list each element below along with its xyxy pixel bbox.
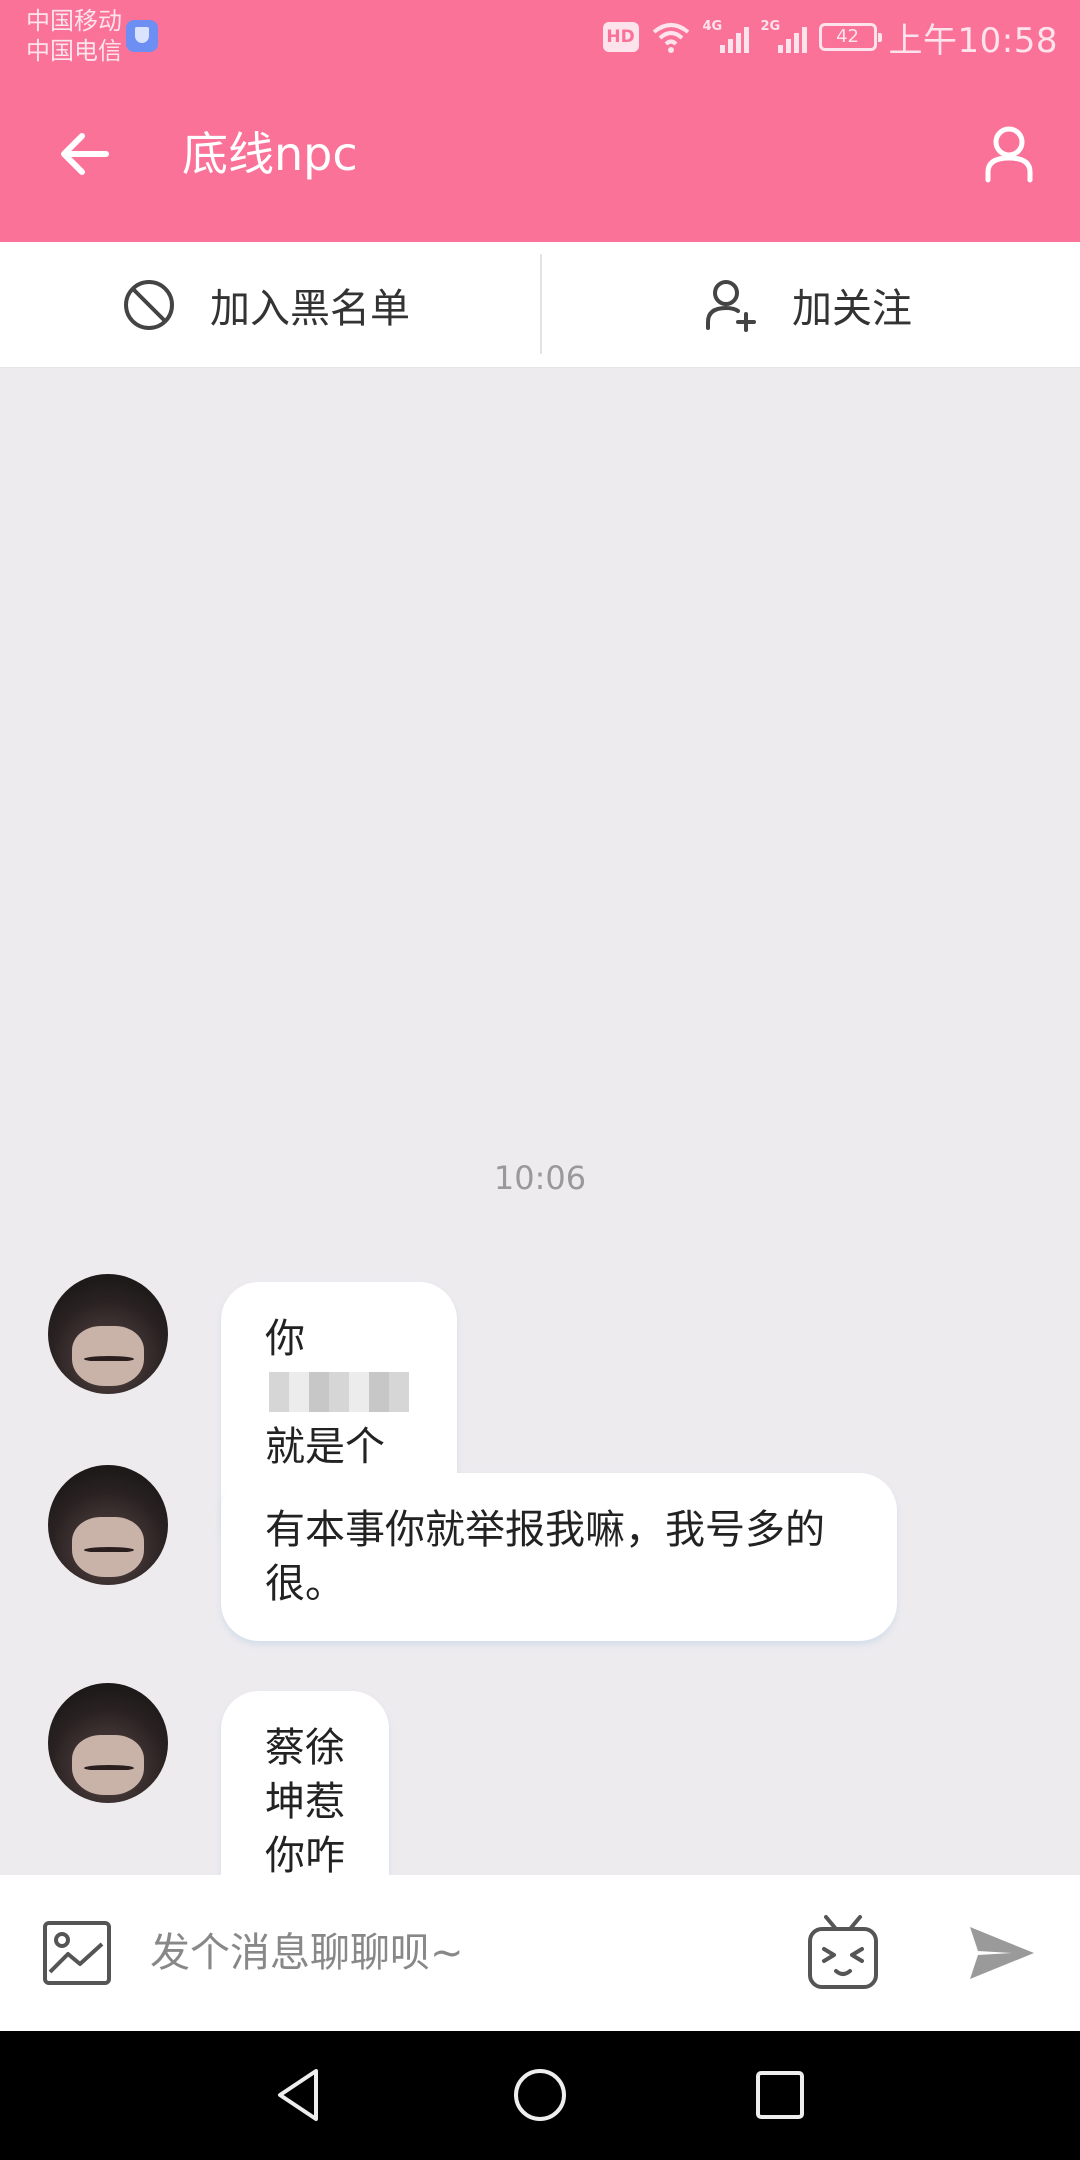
avatar[interactable] [48, 1465, 168, 1585]
page-title: 底线npc [182, 127, 358, 181]
circle-home-icon[interactable] [510, 2065, 570, 2125]
blacklist-button[interactable]: 加入黑名单 [122, 242, 410, 368]
message-text: 有本事你就举报我嘛，我号多的很。 [265, 1507, 825, 1607]
carrier-1: 中国移动 [26, 7, 122, 35]
user-plus-icon [706, 280, 756, 332]
security-shield-icon [126, 20, 158, 52]
message-bubble[interactable]: 有本事你就举报我嘛，我号多的很。 [221, 1473, 897, 1641]
message-text-mid: 就是个 [265, 1424, 385, 1470]
user-icon[interactable] [978, 122, 1040, 184]
wifi-icon [652, 23, 689, 53]
avatar[interactable] [48, 1274, 168, 1394]
hd-badge: HD [602, 22, 639, 52]
send-icon[interactable] [968, 1923, 1036, 1983]
avatar[interactable] [48, 1683, 168, 1803]
tv-emoji-icon[interactable] [806, 1913, 880, 1993]
battery-icon: 42 [818, 23, 882, 51]
message-input[interactable] [150, 1915, 770, 1991]
signal-4g-icon: 4G [703, 19, 749, 55]
chat-timestamp: 10:06 [493, 1159, 587, 1197]
message-text-start: 你 [265, 1316, 305, 1362]
action-row: 加入黑名单 加关注 [0, 242, 1080, 368]
follow-button[interactable]: 加关注 [704, 242, 912, 368]
app-bar: 底线npc [0, 74, 1080, 242]
status-icons: HD 4G 2G 42 上午10:58 [602, 14, 1058, 61]
square-recents-icon[interactable] [750, 2065, 810, 2125]
image-icon[interactable] [42, 1920, 112, 1986]
system-nav-bar [0, 2031, 1080, 2160]
blacklist-label: 加入黑名单 [210, 286, 410, 332]
status-bar: 中国移动 中国电信 HD 4G 2G 42 上午10:58 [0, 0, 1080, 74]
carrier-2: 中国电信 [26, 37, 122, 65]
arrow-left-icon[interactable] [54, 124, 114, 184]
carrier-info: 中国移动 中国电信 [26, 6, 122, 66]
prohibited-icon [124, 280, 174, 330]
status-time: 上午10:58 [888, 20, 1058, 61]
chat-area[interactable]: 10:06 你就是个 有本事你就举报我嘛，我号多的很。 蔡徐坤惹你咋滴啦？ [0, 369, 1080, 2021]
triangle-back-icon[interactable] [270, 2065, 330, 2125]
input-bar [0, 1875, 1080, 2031]
action-divider [540, 254, 542, 354]
signal-2g-icon: 2G [761, 19, 807, 55]
follow-label: 加关注 [792, 286, 912, 332]
battery-level: 42 [836, 26, 859, 47]
blurred-text [269, 1372, 409, 1412]
